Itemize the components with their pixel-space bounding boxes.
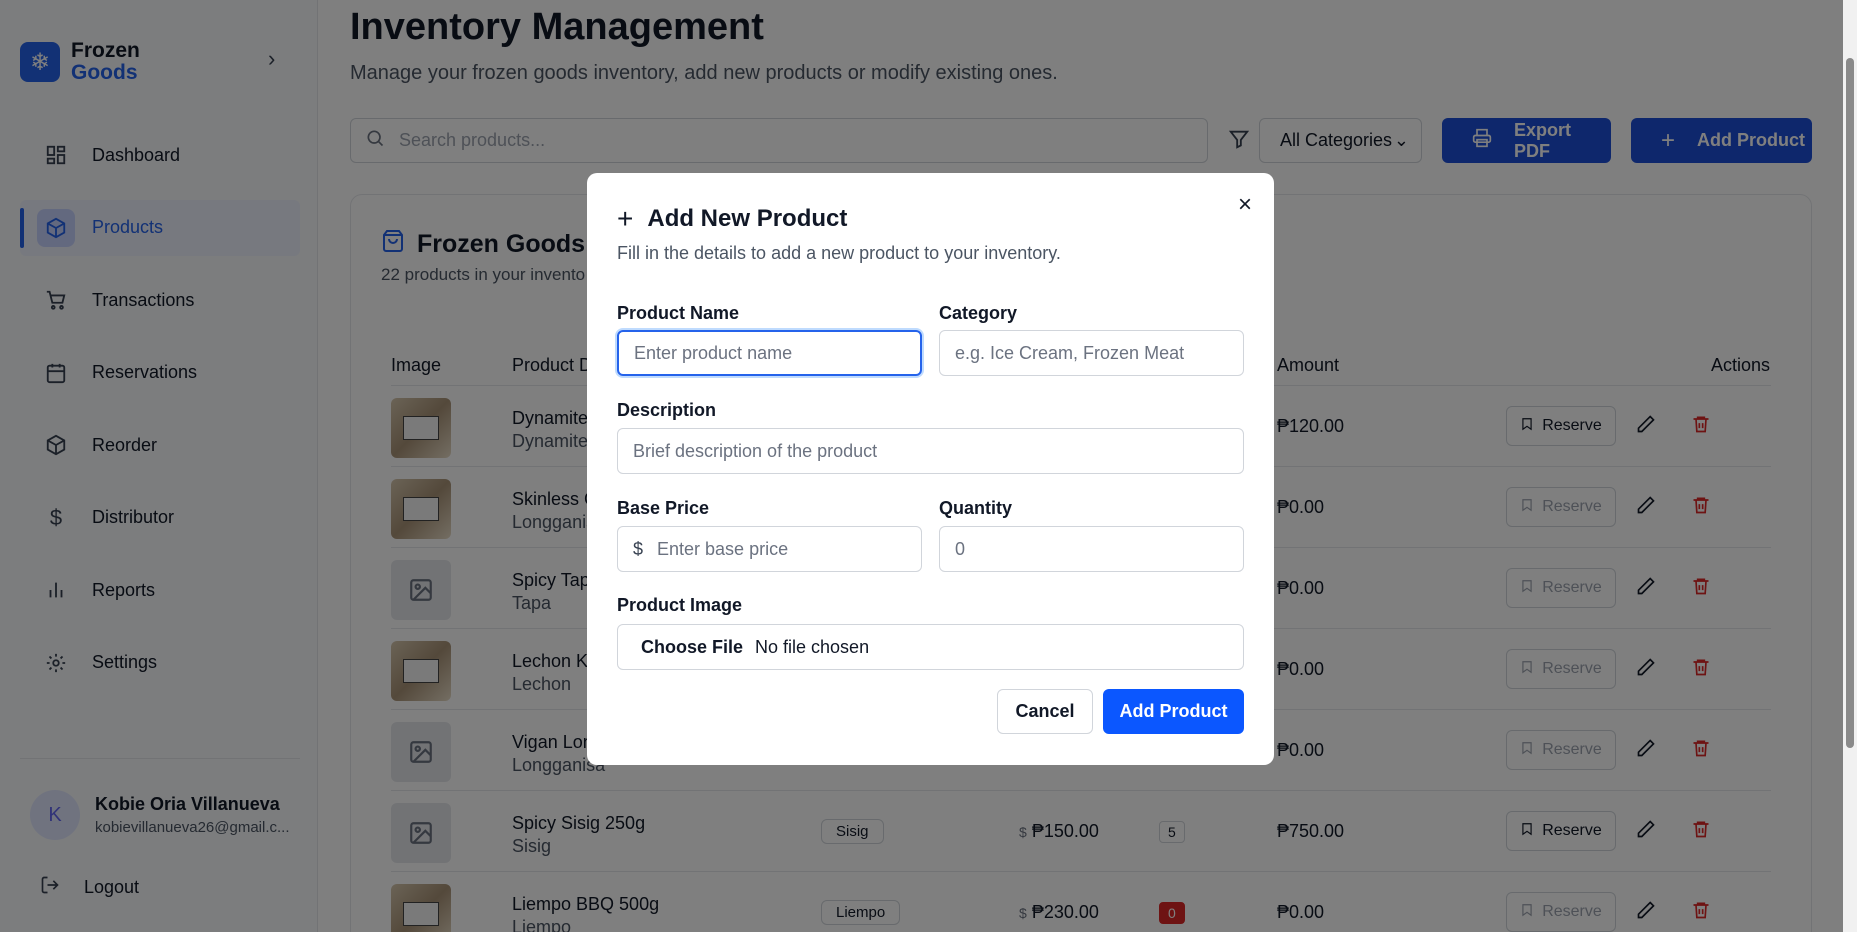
category-placeholder: e.g. Ice Cream, Frozen Meat — [955, 342, 1185, 363]
category-label: Category — [939, 303, 1018, 323]
file-status: No file chosen — [755, 636, 870, 657]
base-price-field[interactable]: $ Enter base price — [617, 526, 922, 572]
add-product-submit-button[interactable]: Add Product — [1103, 689, 1244, 734]
base-price-label: Base Price — [617, 498, 710, 518]
scrollbar[interactable] — [1843, 0, 1857, 932]
quantity-placeholder: 0 — [955, 538, 966, 559]
product-name-placeholder: Enter product name — [634, 342, 793, 363]
description-field[interactable]: Brief description of the product — [617, 428, 1244, 474]
product-image-file-input[interactable]: Choose File No file chosen — [617, 624, 1244, 670]
scrollbar-thumb[interactable] — [1846, 58, 1854, 748]
choose-file-button[interactable]: Choose File — [641, 637, 743, 658]
description-placeholder: Brief description of the product — [633, 440, 878, 461]
product-name-field[interactable]: Enter product name — [617, 330, 922, 376]
category-field[interactable]: e.g. Ice Cream, Frozen Meat — [939, 330, 1244, 376]
plus-icon: + — [617, 203, 634, 234]
base-price-placeholder: Enter base price — [657, 538, 789, 559]
close-icon[interactable]: × — [1238, 191, 1252, 219]
dialog-title: + Add New Product — [617, 203, 848, 234]
cancel-button[interactable]: Cancel — [997, 689, 1093, 734]
quantity-label: Quantity — [939, 498, 1013, 518]
product-name-label: Product Name — [617, 303, 740, 323]
add-product-dialog: × + Add New Product Fill in the details … — [587, 173, 1274, 765]
dialog-subtitle: Fill in the details to add a new product… — [617, 243, 1061, 263]
dollar-icon: $ — [633, 538, 644, 559]
quantity-field[interactable]: 0 — [939, 526, 1244, 572]
product-image-label: Product Image — [617, 595, 743, 615]
description-label: Description — [617, 400, 717, 420]
